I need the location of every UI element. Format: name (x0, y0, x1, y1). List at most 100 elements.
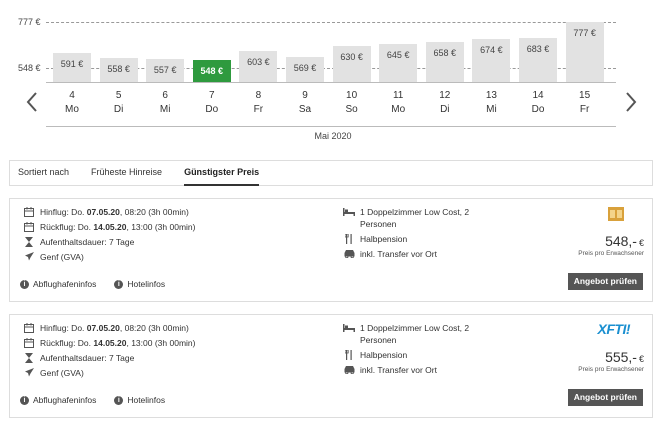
day-of-week: Do (205, 104, 219, 115)
day-column-12[interactable]: 12 Di (423, 90, 467, 115)
price-currency: € (638, 238, 644, 248)
outbound-date: 07.05.20 (86, 206, 120, 217)
tour-operator-logo: XFTI! (598, 321, 631, 337)
sort-earliest-departure[interactable]: Früheste Hinreise (91, 160, 162, 186)
transfer-info: inkl. Transfer vor Ort (360, 249, 437, 259)
price-bar-label: 558 € (107, 64, 130, 75)
day-column-15[interactable]: 15 Fr (563, 90, 607, 115)
price-bar-label: 683 € (526, 43, 550, 54)
day-of-week: Mi (159, 104, 171, 115)
info-icon: i (20, 395, 29, 405)
chart-baseline (46, 82, 616, 83)
info-icon: i (114, 279, 124, 289)
airport-row: Genf (GVA) (23, 251, 84, 262)
sort-label: Sortiert nach (18, 167, 70, 177)
sort-cheapest-price[interactable]: Günstigster Preis (184, 160, 260, 186)
offer-card: Hinflug: Do. 07.05.20, 08:20 (3h 00min) … (9, 314, 653, 418)
price-bar-label: 591 € (60, 58, 84, 69)
day-column-7[interactable]: 7 Do (190, 90, 234, 115)
airport-info-label: Abflughafeninfos (33, 395, 97, 405)
day-of-week: So (345, 104, 358, 115)
return-date: 14.05.20 (93, 337, 127, 348)
month-divider (46, 126, 616, 127)
next-week-button[interactable] (621, 90, 641, 114)
airport-info-link[interactable]: i Abflughafeninfos (20, 395, 96, 405)
day-number: 8 (255, 90, 262, 101)
day-column-10[interactable]: 10 So (330, 90, 374, 115)
chevron-right-icon (626, 92, 637, 112)
day-number: 14 (532, 90, 544, 101)
price-bar-day-14[interactable]: 683 € (519, 37, 557, 82)
day-number: 10 (346, 90, 358, 101)
price-bar-day-4[interactable]: 591 € (53, 52, 91, 82)
chevron-left-icon (26, 92, 37, 112)
day-number: 4 (69, 90, 75, 101)
price-note: Preis pro Erwachsener (578, 366, 644, 373)
price-bar-day-7[interactable]: 548 € (192, 60, 231, 82)
stay-duration: Aufenthaltsdauer: 7 Tage (40, 352, 135, 363)
price-bar-day-11[interactable]: 645 € (379, 43, 418, 82)
hotel-info-link[interactable]: i Hotelinfos (114, 395, 165, 405)
price-bar-day-9[interactable]: 569 € (286, 56, 324, 82)
plane-icon (23, 367, 35, 378)
price-bar-day-8[interactable]: 603 € (239, 50, 278, 82)
calendar-icon (23, 322, 35, 333)
info-links: i Abflughafeninfos i Hotelinfos (20, 279, 183, 289)
day-column-8[interactable]: 8 Fr (236, 90, 280, 115)
day-of-week: Di (440, 104, 450, 115)
airport-row: Genf (GVA) (23, 367, 84, 378)
outbound-date: 07.05.20 (86, 322, 120, 333)
price-bar-label: 603 € (247, 56, 270, 67)
price-bar-day-10[interactable]: 630 € (332, 46, 371, 82)
price-value: 548,- € (605, 233, 644, 249)
airport-info-label: Abflughafeninfos (33, 279, 97, 289)
price-bar-day-5[interactable]: 558 € (99, 58, 138, 82)
price-bar-label: 645 € (386, 49, 410, 60)
outbound-prefix: Hinflug: Do. (40, 322, 87, 333)
check-offer-button[interactable]: Angebot prüfen (567, 273, 643, 290)
return-flight-row: Rückflug: Do. 14.05.20, 13:00 (3h 00min) (23, 337, 195, 348)
stay-duration-row: Aufenthaltsdauer: 7 Tage (23, 352, 134, 363)
day-column-4[interactable]: 4 Mo (50, 90, 94, 115)
hotel-info-label: Hotelinfos (127, 279, 166, 289)
day-column-14[interactable]: 14 Do (516, 90, 560, 115)
return-prefix: Rückflug: Do. (40, 221, 94, 232)
transfer-row: inkl. Transfer vor Ort (343, 248, 500, 260)
day-column-6[interactable]: 6 Mi (143, 90, 187, 115)
price-amount: 548,- (605, 233, 637, 249)
price-bar-day-12[interactable]: 658 € (425, 41, 464, 82)
y-tick-label: 548 € (18, 63, 41, 73)
sort-bar: Sortiert nach Früheste Hinreise Günstigs… (9, 160, 653, 186)
airport-info-link[interactable]: i Abflughafeninfos (20, 279, 96, 289)
tour-operator-logo-icon (608, 207, 624, 223)
day-number: 6 (162, 90, 168, 101)
price-block: 555,- € Preis pro Erwachsener (578, 349, 644, 373)
outbound-prefix: Hinflug: Do. (40, 206, 87, 217)
check-offer-button[interactable]: Angebot prüfen (567, 389, 643, 406)
return-prefix: Rückflug: Do. (40, 337, 94, 348)
outbound-time: , 08:20 (3h 00min) (119, 206, 189, 217)
price-value: 555,- € (605, 349, 644, 365)
board-row: Halbpension (343, 349, 500, 361)
price-bar-label: 658 € (433, 47, 457, 58)
price-bar-label: 557 € (153, 64, 177, 75)
day-column-13[interactable]: 13 Mi (469, 90, 513, 115)
price-bar-day-13[interactable]: 674 € (472, 39, 511, 82)
outbound-time: , 08:20 (3h 00min) (119, 322, 189, 333)
board-row: Halbpension (343, 233, 500, 245)
cutlery-icon (343, 233, 355, 244)
price-bar-day-6[interactable]: 557 € (146, 58, 185, 82)
prev-week-button[interactable] (22, 90, 42, 114)
price-bar-day-15[interactable]: 777 € (565, 22, 604, 82)
day-number: 11 (392, 90, 404, 101)
day-number: 5 (115, 90, 122, 101)
hotel-info-link[interactable]: i Hotelinfos (114, 279, 165, 289)
departure-airport: Genf (GVA) (40, 367, 84, 378)
day-column-9[interactable]: 9 Sa (283, 90, 327, 115)
calendar-icon (23, 337, 35, 348)
return-flight-row: Rückflug: Do. 14.05.20, 13:00 (3h 00min) (23, 221, 195, 232)
day-column-5[interactable]: 5 Di (97, 90, 141, 115)
y-guide-line (46, 22, 616, 23)
day-column-11[interactable]: 11 Mo (376, 90, 420, 115)
outbound-flight-row: Hinflug: Do. 07.05.20, 08:20 (3h 00min) (23, 322, 189, 333)
